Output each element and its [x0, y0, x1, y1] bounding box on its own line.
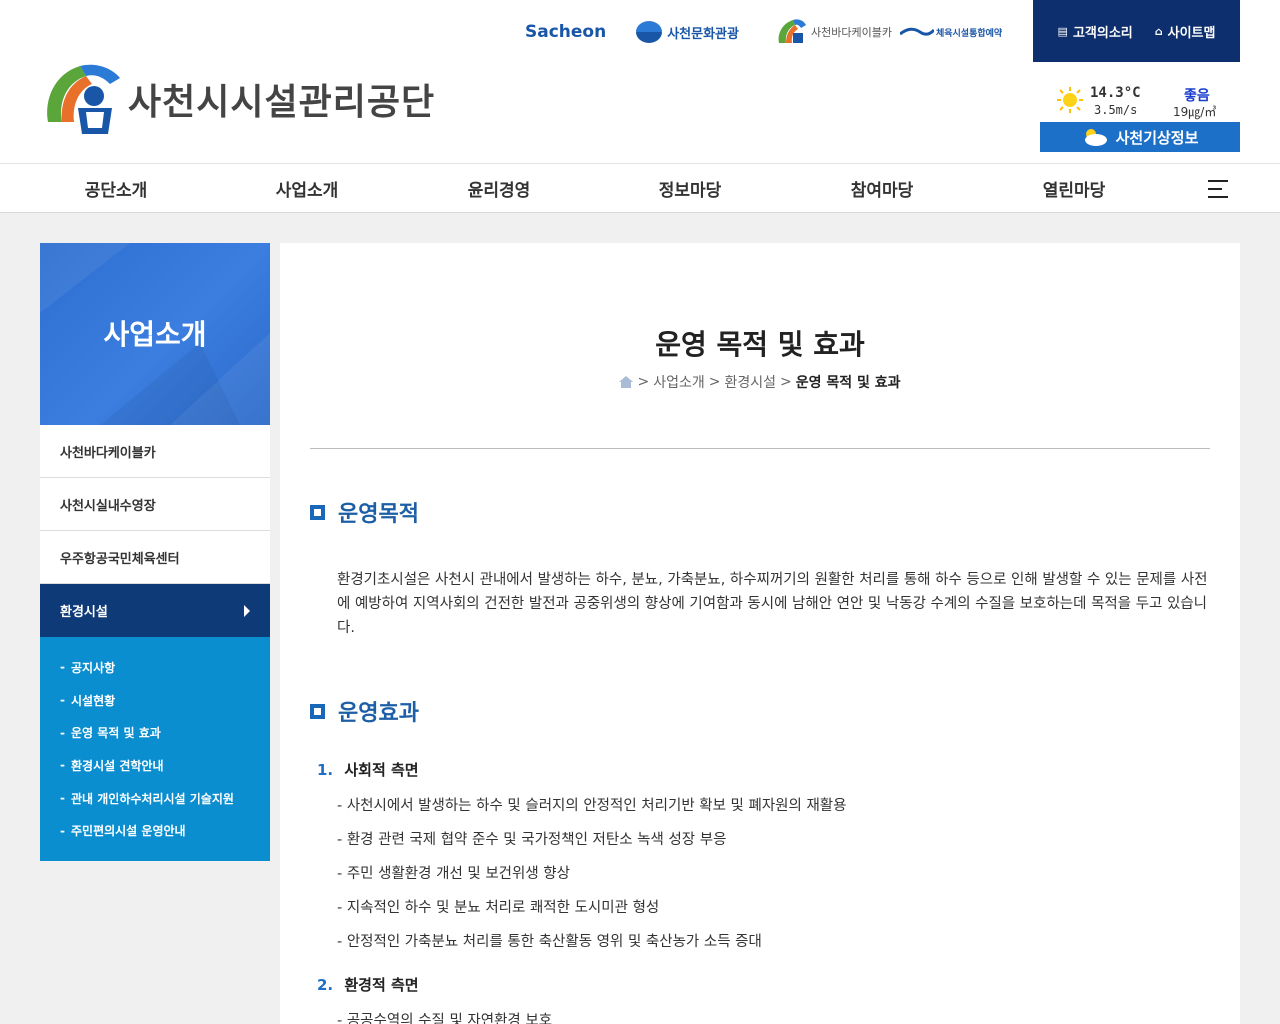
sitemap-link[interactable]: ⌂ 사이트맵	[1155, 22, 1216, 41]
breadcrumb-separator: >	[708, 374, 721, 390]
list-item: - 사천시에서 발생하는 하수 및 슬러지의 안정적인 처리기반 확보 및 폐자…	[337, 798, 847, 814]
cable-car-logo-icon	[778, 19, 806, 43]
submenu-purpose-effect[interactable]: 운영 목적 및 효과	[40, 716, 270, 749]
sun-icon	[1057, 87, 1083, 113]
subheading-number: 2.	[317, 976, 334, 994]
home-icon[interactable]	[619, 376, 634, 388]
sidebar-menu: 사천바다케이블카 사천시실내수영장 우주항공국민체육센터 환경시설 공지사항 시…	[40, 425, 270, 862]
square-bullet-icon	[310, 703, 325, 719]
cable-car-label: 사천바다케이블카	[810, 26, 892, 39]
utility-bar: ▤ 고객의소리 ⌂ 사이트맵	[1033, 0, 1240, 62]
sidebar-hero: 사업소개	[40, 243, 270, 425]
purpose-paragraph: 환경기초시설은 사천시 관내에서 발생하는 하수, 분뇨, 가축분뇨, 하수찌꺼…	[337, 572, 1208, 636]
arrow-right-icon	[244, 604, 250, 617]
weather-info-label: 사천기상정보	[1115, 128, 1199, 147]
title-divider	[310, 448, 1210, 449]
list-item: - 지속적인 하수 및 분뇨 처리로 쾌적한 도시미관 형성	[337, 900, 660, 916]
sports-booking-label: 체육시설통합예약	[935, 28, 1003, 39]
air-quality-status: 좋음	[1184, 88, 1210, 104]
document-icon: ▤	[1057, 24, 1068, 38]
breadcrumb-level1[interactable]: 사업소개	[653, 372, 705, 392]
sidebar-item-environment-label: 환경시설	[60, 605, 108, 620]
culture-icon	[636, 21, 663, 43]
nav-item-participation[interactable]: 참여마당	[792, 164, 972, 212]
nav-item-info[interactable]: 정보마당	[600, 164, 780, 212]
wind-speed: 3.5m/s	[1094, 103, 1138, 117]
temperature: 14.3°C	[1090, 85, 1141, 101]
sitemap-label: 사이트맵	[1167, 25, 1216, 41]
breadcrumb-separator: >	[780, 374, 792, 390]
logo-emblem-icon	[47, 64, 120, 134]
breadcrumb-level2[interactable]: 환경시설	[724, 372, 776, 392]
subheading-social-label: 사회적 측면	[344, 761, 419, 779]
sports-booking-link[interactable]: 체육시설통합예약	[899, 26, 1003, 39]
weather-info-button[interactable]: 사천기상정보	[1040, 122, 1240, 152]
submenu-tour-guide[interactable]: 환경시설 견학안내	[40, 749, 270, 782]
main-nav: 공단소개 사업소개 윤리경영 정보마당 참여마당 열린마당	[0, 163, 1280, 213]
section-heading-purpose-label: 운영목적	[338, 502, 419, 527]
subheading-number: 1.	[317, 761, 334, 779]
submenu-facility-status[interactable]: 시설현황	[40, 684, 270, 717]
section-heading-purpose: 운영목적	[310, 496, 419, 528]
nav-item-about[interactable]: 공단소개	[26, 164, 206, 212]
sidebar-item-cable-car[interactable]: 사천바다케이블카	[40, 425, 270, 478]
weather-widget: 14.3°C 3.5m/s 좋음 19㎍/㎥	[1040, 82, 1240, 122]
sidebar-item-pool[interactable]: 사천시실내수영장	[40, 478, 270, 531]
section-heading-effect: 운영효과	[310, 695, 419, 727]
nav-item-open[interactable]: 열린마당	[984, 164, 1164, 212]
sidebar-item-environment[interactable]: 환경시설	[40, 584, 270, 637]
list-item: - 안정적인 가축분뇨 처리를 통한 축산활동 영위 및 축산농가 소득 증대	[337, 934, 762, 950]
nav-item-ethics[interactable]: 윤리경영	[409, 164, 589, 212]
submenu-tech-support[interactable]: 관내 개인하수처리시설 기술지원	[40, 782, 270, 815]
logo-text: 사천시시설관리공단	[128, 82, 436, 123]
sidebar-title: 사업소개	[103, 318, 207, 351]
subheading-social: 1. 사회적 측면	[317, 759, 419, 780]
culture-link-label: 사천문화관광	[667, 26, 739, 42]
breadcrumb-separator: >	[637, 374, 650, 390]
family-links: Sacheon 사천문화관광 사천바다케이블카 체육시설통합예약	[520, 14, 1002, 50]
subheading-environmental-label: 환경적 측면	[344, 976, 419, 994]
page-title: 운영 목적 및 효과	[655, 328, 865, 361]
breadcrumb-current: 운영 목적 및 효과	[795, 375, 901, 391]
submenu-notice[interactable]: 공지사항	[40, 651, 270, 684]
sidebar-item-sports-center[interactable]: 우주항공국민체육센터	[40, 531, 270, 584]
list-item: - 환경 관련 국제 협약 준수 및 국가정책인 저탄소 녹색 성장 부응	[337, 832, 727, 848]
air-quality-value: 19㎍/㎥	[1173, 105, 1217, 119]
site-header: 사천시시설관리공단 Sacheon 사천문화관광 사천바다케이블카 체육시설통합…	[0, 0, 1280, 163]
customer-voice-link[interactable]: ▤ 고객의소리	[1058, 22, 1133, 41]
breadcrumb: > 사업소개 > 환경시설 > 운영 목적 및 효과	[280, 372, 1240, 392]
subheading-environmental: 2. 환경적 측면	[317, 974, 419, 995]
cable-car-link[interactable]: 사천바다케이블카	[775, 17, 892, 47]
submenu-convenience[interactable]: 주민편의시설 운영안내	[40, 814, 270, 847]
sacheon-link-label: Sacheon	[525, 22, 607, 42]
home-icon: ⌂	[1154, 24, 1163, 38]
cloud-icon	[1084, 129, 1107, 146]
customer-voice-label: 고객의소리	[1072, 25, 1133, 41]
nav-item-business[interactable]: 사업소개	[217, 164, 397, 212]
menu-icon[interactable]	[1208, 180, 1230, 200]
list-item: - 주민 생활환경 개선 및 보건위생 향상	[337, 866, 570, 882]
culture-tourism-link[interactable]: 사천문화관광	[636, 21, 739, 43]
main-content: 운영 목적 및 효과 > 사업소개 > 환경시설 > 운영 목적 및 효과 운영…	[280, 243, 1240, 1024]
site-logo[interactable]: 사천시시설관리공단	[40, 62, 435, 136]
wave-icon	[899, 27, 934, 36]
section-heading-effect-label: 운영효과	[338, 701, 419, 726]
list-item: - 공공수역의 수질 및 자연환경 보호	[337, 1013, 553, 1024]
sacheon-link[interactable]: Sacheon	[520, 22, 606, 42]
sidebar-submenu: 공지사항 시설현황 운영 목적 및 효과 환경시설 견학안내 관내 개인하수처리…	[40, 637, 270, 862]
square-bullet-icon	[310, 504, 325, 520]
